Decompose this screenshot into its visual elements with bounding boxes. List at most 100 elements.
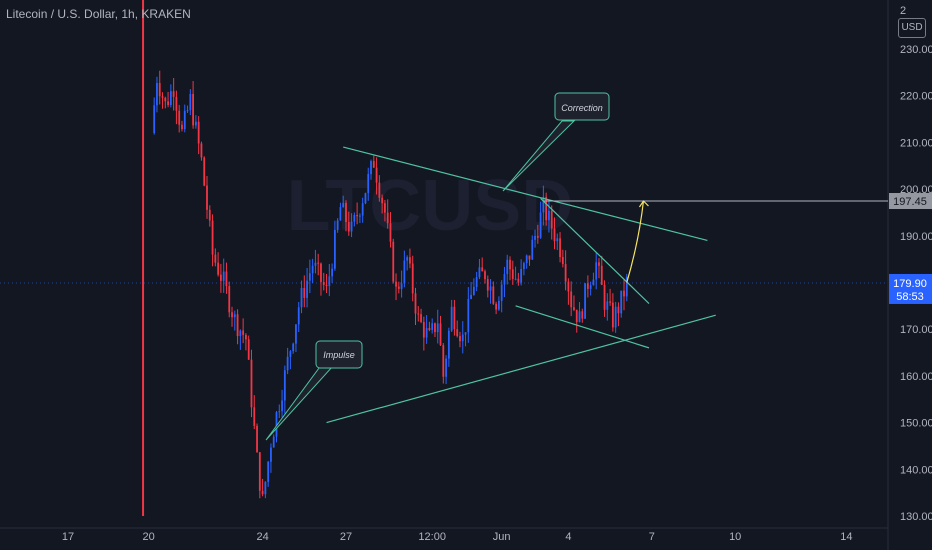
candle-body — [573, 307, 575, 310]
candle-body — [434, 323, 436, 333]
candle-body — [564, 264, 567, 282]
candle-body — [536, 235, 539, 238]
candle-body — [436, 323, 439, 333]
correction-label: Correction — [561, 103, 603, 113]
candle-body — [303, 287, 306, 298]
candle-body — [581, 311, 584, 319]
candle-body — [172, 91, 175, 97]
y-tick-label: 190.00 — [900, 231, 932, 243]
candle-body — [548, 210, 550, 221]
y-tick-label: 220.00 — [900, 91, 932, 103]
candle-body — [281, 400, 283, 412]
candle-body — [492, 286, 495, 304]
price-chart[interactable]: LTCUSD130.00140.00150.00160.00170.00180.… — [0, 0, 932, 550]
candle-body — [542, 196, 545, 213]
candle-body — [253, 407, 256, 426]
candle-body — [517, 278, 520, 283]
x-tick-label: 27 — [340, 531, 352, 543]
candle-body — [286, 356, 289, 371]
candle-body — [164, 97, 167, 102]
x-tick-label: 12:00 — [418, 531, 446, 543]
candle-body — [372, 161, 375, 168]
candle-body — [534, 235, 536, 240]
x-tick-label: 10 — [729, 531, 741, 543]
candle-body — [381, 197, 384, 204]
candle-body — [214, 254, 217, 263]
candle-body — [556, 238, 559, 242]
candle-body — [292, 343, 295, 352]
y-tick-label: 230.00 — [900, 44, 932, 56]
candle-body — [606, 301, 609, 310]
candle-body — [378, 182, 381, 198]
candle-body — [156, 82, 158, 106]
candle-body — [317, 262, 320, 264]
candle-body — [498, 300, 500, 310]
candle-body — [345, 202, 347, 223]
candle-body — [336, 220, 339, 230]
candle-body — [486, 279, 489, 291]
candle-body — [411, 263, 414, 294]
candle-body — [183, 110, 186, 130]
bar-countdown-label: 58:53 — [896, 291, 924, 303]
candle-body — [278, 411, 281, 413]
y-tick-label: 150.00 — [900, 418, 932, 430]
candle-body — [361, 203, 364, 216]
candle-body — [550, 210, 553, 229]
candle-body — [592, 279, 595, 286]
candle-body — [509, 259, 511, 270]
symbol-title[interactable]: Litecoin / U.S. Dollar, 1h, KRAKEN — [6, 7, 191, 21]
candle-body — [617, 306, 620, 314]
candle-body — [233, 314, 236, 318]
candle-body — [520, 268, 523, 283]
candle-body — [484, 271, 486, 280]
candle-body — [506, 259, 509, 275]
candle-body — [600, 265, 603, 285]
candle-body — [472, 286, 475, 295]
candle-body — [392, 241, 395, 282]
candle-body — [347, 222, 350, 232]
candle-body — [623, 290, 625, 297]
candle-body — [167, 101, 169, 105]
candle-body — [200, 143, 203, 158]
currency-button[interactable]: USD — [898, 18, 926, 38]
candle-body — [525, 255, 528, 264]
candle-body — [222, 271, 225, 281]
candle-body — [194, 121, 197, 126]
candle-body — [197, 121, 200, 144]
x-tick-label: 17 — [62, 531, 74, 543]
candle-body — [189, 93, 192, 111]
candle-body — [417, 313, 420, 315]
target-price-label: 197.45 — [893, 196, 927, 208]
candle-body — [261, 490, 264, 495]
watermark: LTCUSD — [287, 166, 574, 246]
candle-body — [300, 287, 303, 308]
candle-body — [359, 215, 361, 217]
candle-body — [461, 334, 464, 342]
candle-body — [245, 334, 247, 340]
candle-body — [495, 303, 498, 310]
candle-body — [464, 332, 467, 335]
candle-body — [481, 267, 484, 272]
candle-body — [228, 286, 231, 313]
candle-body — [503, 274, 506, 285]
candle-body — [270, 447, 272, 462]
candle-body — [181, 124, 183, 130]
candle-body — [559, 238, 561, 258]
candle-body — [283, 370, 286, 401]
candle-body — [350, 221, 353, 232]
candle-body — [609, 301, 611, 303]
candle-body — [250, 359, 253, 408]
candle-body — [364, 193, 367, 204]
chart-area[interactable]: LTCUSD130.00140.00150.00160.00170.00180.… — [0, 0, 932, 550]
candle-body — [567, 281, 570, 292]
candle-body — [575, 309, 578, 323]
candle-body — [445, 358, 447, 377]
candle-body — [514, 278, 517, 280]
candle-body — [531, 239, 534, 260]
candle-body — [570, 291, 573, 308]
candle-body — [598, 262, 600, 266]
candle-body — [450, 306, 453, 331]
candle-body — [595, 262, 598, 280]
candle-body — [386, 212, 389, 224]
candle-body — [308, 273, 311, 281]
